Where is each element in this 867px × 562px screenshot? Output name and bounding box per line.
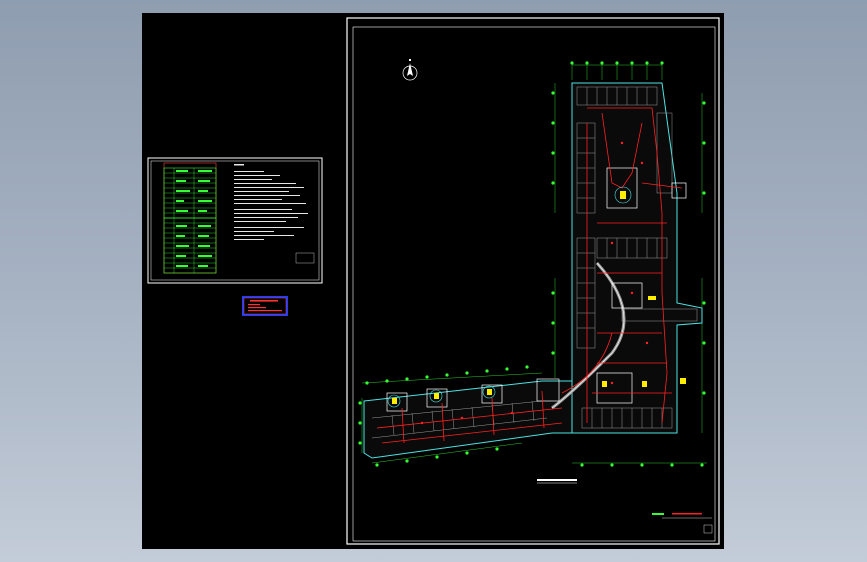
plan-title xyxy=(537,479,577,484)
legend-sheet xyxy=(147,157,323,284)
north-arrow-icon xyxy=(402,59,418,81)
approval-stamp xyxy=(242,296,288,316)
plan-sheet xyxy=(346,17,720,545)
cad-drawing xyxy=(147,17,720,545)
cad-model-space[interactable] xyxy=(142,13,724,549)
floor-plan xyxy=(363,82,703,459)
title-block xyxy=(652,513,713,534)
legend-table xyxy=(163,162,217,274)
design-notes-text xyxy=(234,164,315,264)
